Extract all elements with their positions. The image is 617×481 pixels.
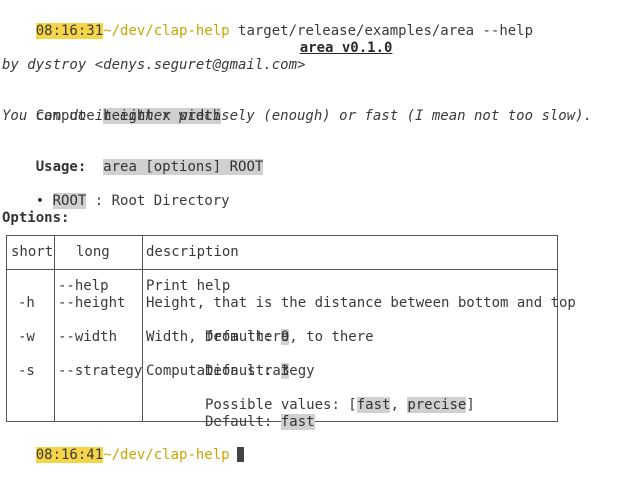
description-line-2: You can do it either precisely (enough) … xyxy=(2,108,593,124)
default-value: fast xyxy=(280,414,315,430)
table-row-long: --height xyxy=(58,295,126,311)
pv-suffix: ] xyxy=(466,397,475,413)
prompt-line-1: 08:16:31~/dev/clap-help target/release/e… xyxy=(2,6,533,39)
options-table: short long description --help Print help… xyxy=(6,235,576,430)
prompt-path: ~/dev/clap-help xyxy=(103,23,230,39)
table-header-short: short xyxy=(11,244,54,260)
table-row-long: --strategy xyxy=(58,363,143,379)
terminal-window[interactable]: 08:16:31~/dev/clap-help target/release/e… xyxy=(0,0,617,463)
table-row-desc: Computation strategy xyxy=(146,363,315,379)
table-row-short: -s xyxy=(18,363,35,379)
default-prefix: Default: xyxy=(196,414,281,430)
usage-label: Usage: xyxy=(35,159,87,175)
arg-sep: : xyxy=(86,193,112,209)
cursor-block xyxy=(236,447,244,462)
table-row-short: -h xyxy=(18,295,35,311)
table-row-default: Default: 9 xyxy=(146,312,290,345)
table-row-long: --width xyxy=(58,329,118,345)
arg-name: ROOT xyxy=(52,193,87,209)
table-row-possible-values: Possible values: [fast, precise] xyxy=(146,380,475,413)
arg-desc: Root Directory xyxy=(111,193,230,209)
usage-line: Usage: area [options] ROOT xyxy=(2,142,264,175)
table-column-divider xyxy=(54,236,55,421)
usage-value: area [options] ROOT xyxy=(103,159,264,175)
pv-sep: , xyxy=(390,397,408,413)
table-row-default: Default: 3 xyxy=(146,346,290,379)
arg-bullet: • xyxy=(35,193,45,209)
prompt-line-2[interactable]: 08:16:41~/dev/clap-help xyxy=(2,430,244,463)
table-header-divider xyxy=(7,269,557,270)
table-header-description: description xyxy=(146,244,239,260)
pv-value-fast: fast xyxy=(356,397,391,413)
options-label: Options: xyxy=(2,210,70,226)
table-row-desc: Print help xyxy=(146,278,231,294)
table-row-desc: Width, from there, to there xyxy=(146,329,374,345)
table-row-long: --help xyxy=(58,278,109,294)
pv-value-precise: precise xyxy=(407,397,467,413)
table-row-short: -w xyxy=(18,329,35,345)
app-title-line: area v0.1.0 xyxy=(266,23,393,56)
prompt-time: 08:16:41 xyxy=(35,447,104,463)
table-row-desc: Height, that is the distance between bot… xyxy=(146,295,576,311)
table-row-default: Default: fast xyxy=(146,397,315,430)
app-title: area v0.1.0 xyxy=(299,40,393,56)
arg-root-line: • ROOT : Root Directory xyxy=(2,176,230,209)
table-column-divider xyxy=(142,236,143,421)
table-header-long: long xyxy=(76,244,110,260)
prompt-time: 08:16:31 xyxy=(35,23,104,39)
prompt-path: ~/dev/clap-help xyxy=(103,447,230,463)
author-line: by dystroy <denys.seguret@gmail.com> xyxy=(2,57,306,73)
description-line-1: Compute height x width xyxy=(2,91,222,124)
